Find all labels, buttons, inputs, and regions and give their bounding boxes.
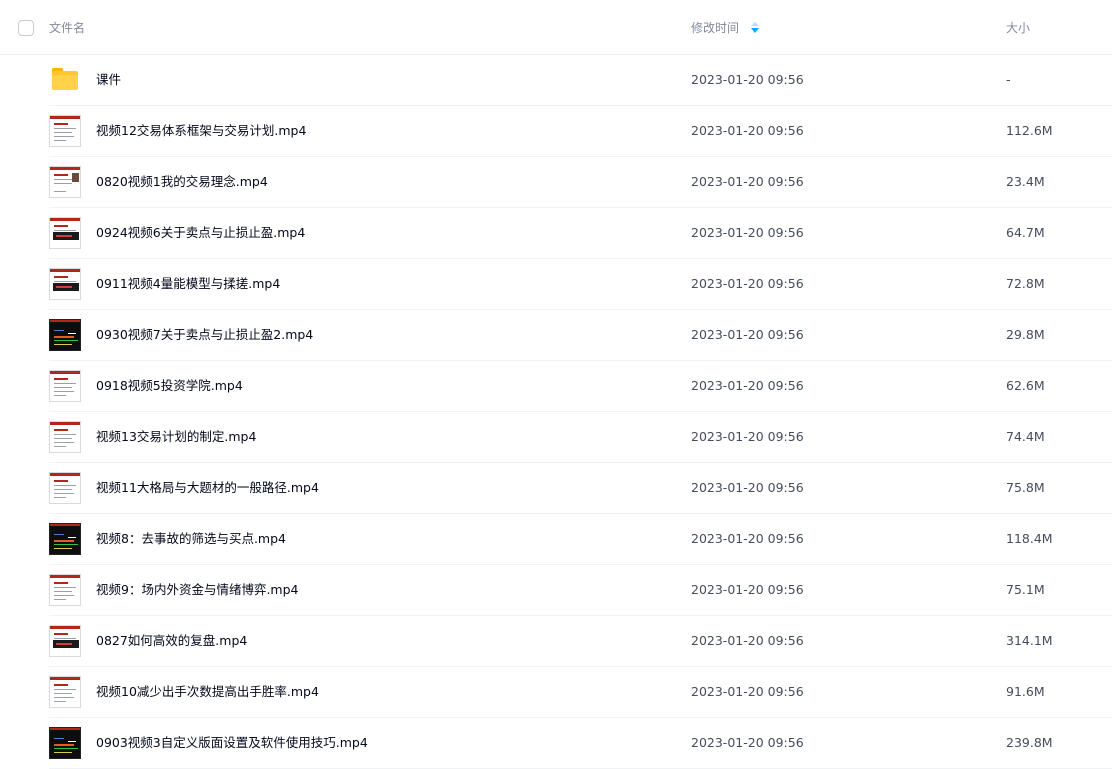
file-size: 29.8M — [1006, 327, 1045, 342]
file-size: 74.4M — [1006, 429, 1045, 444]
file-modified-time: 2023-01-20 09:56 — [691, 378, 804, 393]
file-name[interactable]: 0924视频6关于卖点与止损止盈.mp4 — [96, 225, 305, 241]
file-name[interactable]: 视频8：去事故的筛选与买点.mp4 — [96, 531, 286, 547]
file-row[interactable]: 视频8：去事故的筛选与买点.mp4 2023-01-20 09:56 118.4M — [0, 514, 1112, 565]
folder-icon — [52, 68, 78, 90]
file-size: 72.8M — [1006, 276, 1045, 291]
file-modified-time: 2023-01-20 09:56 — [691, 480, 804, 495]
file-size: 118.4M — [1006, 531, 1053, 546]
video-thumbnail-icon — [49, 319, 81, 351]
file-size: 64.7M — [1006, 225, 1045, 240]
file-modified-time: 2023-01-20 09:56 — [691, 72, 804, 87]
file-modified-time: 2023-01-20 09:56 — [691, 735, 804, 750]
file-size: 62.6M — [1006, 378, 1045, 393]
file-modified-time: 2023-01-20 09:56 — [691, 327, 804, 342]
video-thumbnail-icon — [49, 268, 81, 300]
file-name[interactable]: 视频10减少出手次数提高出手胜率.mp4 — [96, 684, 319, 700]
video-thumbnail-icon — [49, 115, 81, 147]
video-thumbnail-icon — [49, 523, 81, 555]
file-modified-time: 2023-01-20 09:56 — [691, 633, 804, 648]
file-modified-time: 2023-01-20 09:56 — [691, 531, 804, 546]
file-row[interactable]: 课件 2023-01-20 09:56 - — [0, 55, 1112, 106]
sort-icon[interactable] — [750, 22, 759, 34]
file-name[interactable]: 视频9：场内外资金与情绪博弈.mp4 — [96, 582, 299, 598]
video-thumbnail-icon — [49, 727, 81, 759]
file-name[interactable]: 0903视频3自定义版面设置及软件使用技巧.mp4 — [96, 735, 368, 751]
file-modified-time: 2023-01-20 09:56 — [691, 582, 804, 597]
file-size: 239.8M — [1006, 735, 1053, 750]
file-row[interactable]: 视频10减少出手次数提高出手胜率.mp4 2023-01-20 09:56 91.6… — [0, 667, 1112, 718]
file-row[interactable]: 0903视频3自定义版面设置及软件使用技巧.mp4 2023-01-20 09:5… — [0, 718, 1112, 769]
column-header-time[interactable]: 修改时间 — [691, 20, 759, 36]
file-name[interactable]: 课件 — [96, 72, 121, 88]
file-row[interactable]: 0827如何高效的复盘.mp4 2023-01-20 09:56 314.1M — [0, 616, 1112, 667]
file-name[interactable]: 0930视频7关于卖点与止损止盈2.mp4 — [96, 327, 313, 343]
file-modified-time: 2023-01-20 09:56 — [691, 123, 804, 138]
file-name[interactable]: 0911视频4量能模型与揉搓.mp4 — [96, 276, 280, 292]
file-row[interactable]: 0820视频1我的交易理念.mp4 2023-01-20 09:56 23.4M — [0, 157, 1112, 208]
video-thumbnail-icon — [49, 166, 81, 198]
file-row[interactable]: 视频12交易体系框架与交易计划.mp4 2023-01-20 09:56 112.6… — [0, 106, 1112, 157]
video-thumbnail-icon — [49, 472, 81, 504]
column-header-size[interactable]: 大小 — [1006, 20, 1030, 36]
file-row[interactable]: 0930视频7关于卖点与止损止盈2.mp4 2023-01-20 09:56 29.… — [0, 310, 1112, 361]
file-size: 91.6M — [1006, 684, 1045, 699]
file-list: 课件 2023-01-20 09:56 - 视频12交易体系框架与交易计划.mp4 20… — [0, 55, 1112, 769]
video-thumbnail-icon — [49, 574, 81, 606]
file-size: 75.8M — [1006, 480, 1045, 495]
file-name[interactable]: 视频13交易计划的制定.mp4 — [96, 429, 256, 445]
video-thumbnail-icon — [49, 370, 81, 402]
select-all-checkbox[interactable] — [18, 20, 34, 36]
file-list-header: 文件名 修改时间 大小 — [0, 0, 1112, 55]
file-row[interactable]: 0918视频5投资学院.mp4 2023-01-20 09:56 62.6M — [0, 361, 1112, 412]
file-modified-time: 2023-01-20 09:56 — [691, 684, 804, 699]
file-size: 23.4M — [1006, 174, 1045, 189]
video-thumbnail-icon — [49, 676, 81, 708]
file-modified-time: 2023-01-20 09:56 — [691, 276, 804, 291]
file-name[interactable]: 视频11大格局与大题材的一般路径.mp4 — [96, 480, 319, 496]
file-row[interactable]: 视频11大格局与大题材的一般路径.mp4 2023-01-20 09:56 75.8… — [0, 463, 1112, 514]
video-thumbnail-icon — [49, 625, 81, 657]
file-row[interactable]: 0924视频6关于卖点与止损止盈.mp4 2023-01-20 09:56 64.7… — [0, 208, 1112, 259]
video-thumbnail-icon — [49, 217, 81, 249]
file-size: 112.6M — [1006, 123, 1053, 138]
file-name[interactable]: 0820视频1我的交易理念.mp4 — [96, 174, 268, 190]
file-row[interactable]: 视频13交易计划的制定.mp4 2023-01-20 09:56 74.4M — [0, 412, 1112, 463]
file-size: - — [1006, 72, 1011, 87]
file-size: 314.1M — [1006, 633, 1053, 648]
file-row[interactable]: 0911视频4量能模型与揉搓.mp4 2023-01-20 09:56 72.8M — [0, 259, 1112, 310]
column-header-name[interactable]: 文件名 — [49, 20, 85, 36]
file-modified-time: 2023-01-20 09:56 — [691, 225, 804, 240]
file-name[interactable]: 0918视频5投资学院.mp4 — [96, 378, 243, 394]
file-modified-time: 2023-01-20 09:56 — [691, 429, 804, 444]
file-name[interactable]: 视频12交易体系框架与交易计划.mp4 — [96, 123, 306, 139]
column-header-time-label: 修改时间 — [691, 21, 740, 35]
file-name[interactable]: 0827如何高效的复盘.mp4 — [96, 633, 247, 649]
file-modified-time: 2023-01-20 09:56 — [691, 174, 804, 189]
file-size: 75.1M — [1006, 582, 1045, 597]
file-row[interactable]: 视频9：场内外资金与情绪博弈.mp4 2023-01-20 09:56 75.1M — [0, 565, 1112, 616]
video-thumbnail-icon — [49, 421, 81, 453]
